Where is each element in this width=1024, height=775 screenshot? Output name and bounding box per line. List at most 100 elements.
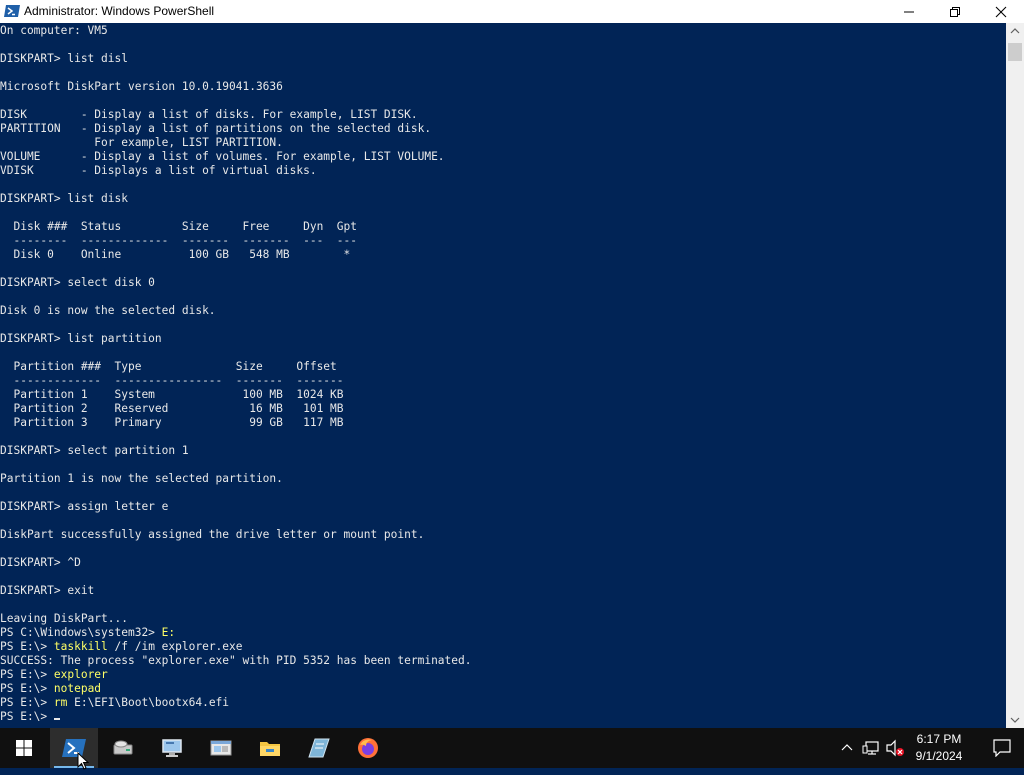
taskbar-file-explorer[interactable] — [246, 728, 294, 768]
console-line: On computer: VM5 — [0, 24, 471, 38]
console-text-segment: PS C:\Windows\system32> — [0, 626, 162, 639]
console-line: PS E:\> rm E:\EFI\Boot\bootx64.efi — [0, 696, 471, 710]
console-text-segment: DISKPART> select partition 1 — [0, 444, 189, 457]
console-text-segment: DISKPART> exit — [0, 584, 95, 597]
console-command: notepad — [53, 682, 102, 695]
restore-icon — [950, 7, 960, 17]
console-line: Partition 3 Primary 99 GB 117 MB — [0, 416, 471, 430]
console-line: Partition ### Type Size Offset — [0, 360, 471, 374]
console-text: On computer: VM5 DISKPART> list disl Micro… — [0, 24, 471, 724]
console-command: explorer — [53, 668, 108, 681]
console-line: PS E:\> — [0, 710, 471, 724]
console-line: PS E:\> explorer — [0, 668, 471, 682]
window-title-bar[interactable]: Administrator: Windows PowerShell — [0, 0, 1024, 23]
start-button[interactable] — [0, 728, 48, 768]
console-text-segment: PS E:\> — [0, 696, 54, 709]
scroll-down-button[interactable] — [1006, 711, 1024, 728]
notification-center-button[interactable] — [980, 728, 1024, 768]
console-line: Microsoft DiskPart version 10.0.19041.36… — [0, 80, 471, 94]
network-icon[interactable] — [862, 738, 880, 763]
console-text-segment: DISK - Display a list of disks. For exam… — [0, 108, 418, 121]
console-text-segment: For example, LIST PARTITION. — [0, 136, 283, 149]
taskbar-app-6[interactable] — [295, 728, 343, 768]
console-line: ------------- ---------------- ------- -… — [0, 374, 471, 388]
console-text-segment: Partition 3 Primary 99 GB 117 MB — [0, 416, 344, 429]
console-output[interactable]: On computer: VM5 DISKPART> list disl Micro… — [0, 23, 1006, 728]
console-text-segment: /f /im explorer.exe — [107, 640, 243, 653]
console-line: DISKPART> list disl — [0, 52, 471, 66]
console-line: Partition 1 System 100 MB 1024 KB — [0, 388, 471, 402]
console-line: DISK - Display a list of disks. For exam… — [0, 108, 471, 122]
console-text-segment: PS E:\> — [0, 682, 54, 695]
restore-button[interactable] — [932, 0, 978, 23]
console-line: VDISK - Displays a list of virtual disks… — [0, 164, 471, 178]
taskbar-app-3[interactable] — [148, 728, 196, 768]
console-text-segment: PARTITION - Display a list of partitions… — [0, 122, 432, 135]
console-text-segment: DiskPart successfully assigned the drive… — [0, 528, 425, 541]
close-button[interactable] — [978, 0, 1024, 23]
notebook-icon — [308, 738, 330, 758]
scroll-thumb[interactable] — [1008, 43, 1022, 61]
console-text-segment: DISKPART> list partition — [0, 332, 162, 345]
taskbar-firefox[interactable] — [344, 728, 392, 768]
taskbar-app-4[interactable] — [197, 728, 245, 768]
vertical-scrollbar[interactable] — [1006, 23, 1024, 728]
console-text-segment: PS E:\> — [0, 710, 54, 723]
chevron-down-icon — [1010, 717, 1020, 723]
clock-time: 6:17 PM — [916, 732, 962, 746]
console-text-segment: -------- ------------- ------- ------- -… — [0, 234, 357, 247]
console-line: DISKPART> list disk — [0, 192, 471, 206]
console-command: taskkill — [53, 640, 108, 653]
windows-icon — [16, 740, 32, 756]
console-text-segment: Disk 0 is now the selected disk. — [0, 304, 216, 317]
console-text-segment: ------------- ---------------- ------- -… — [0, 374, 344, 387]
console-text-segment: VOLUME - Display a list of volumes. For … — [0, 150, 445, 163]
system-clock[interactable]: 6:17 PM 9/1/2024 — [900, 731, 978, 765]
scroll-up-button[interactable] — [1006, 23, 1024, 40]
console-line: DISKPART> select partition 1 — [0, 444, 471, 458]
console-line: DISKPART> ^D — [0, 556, 471, 570]
console-line: For example, LIST PARTITION. — [0, 136, 471, 150]
taskbar-app-2[interactable] — [99, 728, 147, 768]
console-text-segment: Microsoft DiskPart version 10.0.19041.36… — [0, 80, 283, 93]
console-line: DISKPART> select disk 0 — [0, 276, 471, 290]
console-text-segment: DISKPART> assign letter e — [0, 500, 169, 513]
console-command: rm — [53, 696, 68, 709]
console-line: Partition 1 is now the selected partitio… — [0, 472, 471, 486]
taskbar-powershell[interactable] — [50, 728, 98, 768]
console-line: PS E:\> taskkill /f /im explorer.exe — [0, 640, 471, 654]
console-text-segment: On computer: VM5 — [0, 24, 108, 37]
console-line: DISKPART> exit — [0, 584, 471, 598]
console-text-segment: DISKPART> ^D — [0, 556, 81, 569]
network-window-icon — [210, 740, 232, 756]
console-line: PS C:\Windows\system32> E: — [0, 626, 471, 640]
text-cursor — [53, 718, 60, 720]
console-text-segment: Leaving DiskPart... — [0, 612, 128, 625]
console-text-segment: DISKPART> select disk 0 — [0, 276, 155, 289]
console-line: -------- ------------- ------- ------- -… — [0, 234, 471, 248]
notification-icon — [993, 739, 1011, 757]
taskbar: 6:17 PM 9/1/2024 — [0, 728, 1024, 768]
minimize-icon — [904, 11, 914, 13]
chevron-up-icon[interactable] — [840, 738, 854, 763]
console-text-segment: PS E:\> — [0, 640, 54, 653]
drive-icon — [113, 740, 133, 755]
console-line: VOLUME - Display a list of volumes. For … — [0, 150, 471, 164]
minimize-button[interactable] — [886, 0, 932, 23]
console-line: Disk ### Status Size Free Dyn Gpt — [0, 220, 471, 234]
console-text-segment: Partition ### Type Size Offset — [0, 360, 337, 373]
console-text-segment: SUCCESS: The process "explorer.exe" with… — [0, 654, 472, 667]
